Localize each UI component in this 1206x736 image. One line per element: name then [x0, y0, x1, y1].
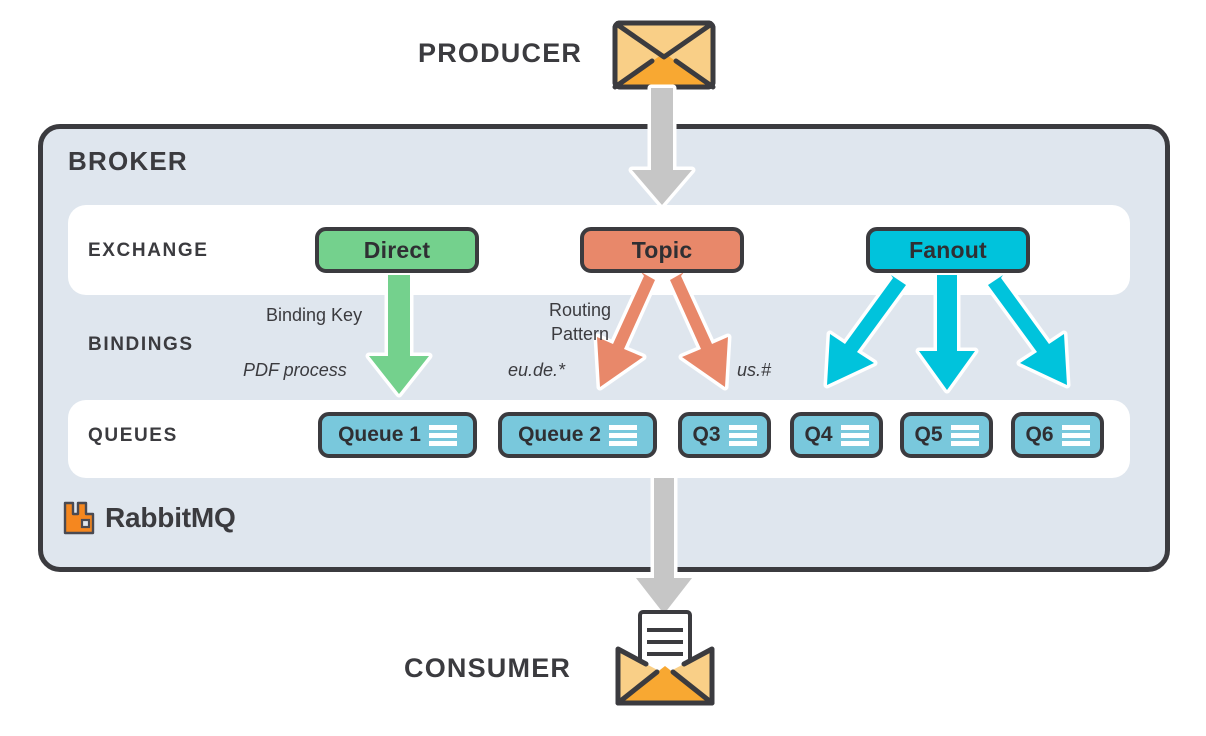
- routing-pattern-left-value: eu.de.*: [508, 360, 566, 380]
- queue-1-label: Queue 1: [338, 423, 421, 446]
- routing-pattern-label-line2: Pattern: [550, 324, 610, 344]
- routing-pattern-label: Routing Pattern: [543, 298, 617, 346]
- rabbitmq-logo-icon: [62, 500, 96, 536]
- exchange-topic-label: Topic: [631, 236, 693, 263]
- rabbitmq-brand: RabbitMQ: [62, 500, 236, 536]
- queue-chip-1[interactable]: Queue 1: [318, 412, 477, 458]
- rabbitmq-wordmark: RabbitMQ: [105, 502, 236, 533]
- queue-lines-icon: [840, 424, 869, 446]
- routing-pattern-label-line1: Routing: [548, 300, 612, 320]
- broker-title: BROKER: [68, 146, 188, 176]
- queue-lines-icon: [608, 424, 637, 446]
- queue-lines-icon: [1061, 424, 1090, 446]
- queue-chip-6[interactable]: Q6: [1011, 412, 1104, 458]
- binding-key-label: Binding Key: [266, 305, 363, 325]
- queue-lines-icon: [428, 424, 457, 446]
- exchange-direct-label: Direct: [363, 236, 431, 263]
- envelope-icon: [612, 20, 716, 90]
- exchange-row-label: EXCHANGE: [88, 240, 209, 261]
- queue-chip-2[interactable]: Queue 2: [498, 412, 657, 458]
- queue-4-label: Q4: [804, 423, 833, 446]
- queue-lines-icon: [950, 424, 979, 446]
- queue-2-label: Queue 2: [518, 423, 601, 446]
- producer-label: PRODUCER: [418, 38, 583, 68]
- exchange-fanout-label: Fanout: [909, 236, 987, 263]
- exchange-chip-topic[interactable]: Topic: [580, 227, 744, 273]
- queue-chip-5[interactable]: Q5: [900, 412, 993, 458]
- queues-row-label: QUEUES: [88, 425, 178, 446]
- binding-key-value: PDF process: [243, 360, 347, 380]
- bindings-row-label: BINDINGS: [88, 334, 194, 355]
- exchange-chip-direct[interactable]: Direct: [315, 227, 479, 273]
- diagram-canvas: PRODUCER BROKER EXCHANGE BINDINGS QUEUES: [0, 0, 1206, 736]
- queue-3-label: Q3: [692, 423, 721, 446]
- routing-pattern-right-value: us.#: [737, 360, 772, 380]
- consumer-label: CONSUMER: [404, 653, 572, 683]
- queue-chip-3[interactable]: Q3: [678, 412, 771, 458]
- exchange-chip-fanout[interactable]: Fanout: [866, 227, 1030, 273]
- open-envelope-with-letter-icon: [612, 604, 718, 710]
- queue-5-label: Q5: [914, 423, 943, 446]
- queue-6-label: Q6: [1025, 423, 1054, 446]
- queue-lines-icon: [728, 424, 757, 446]
- queue-chip-4[interactable]: Q4: [790, 412, 883, 458]
